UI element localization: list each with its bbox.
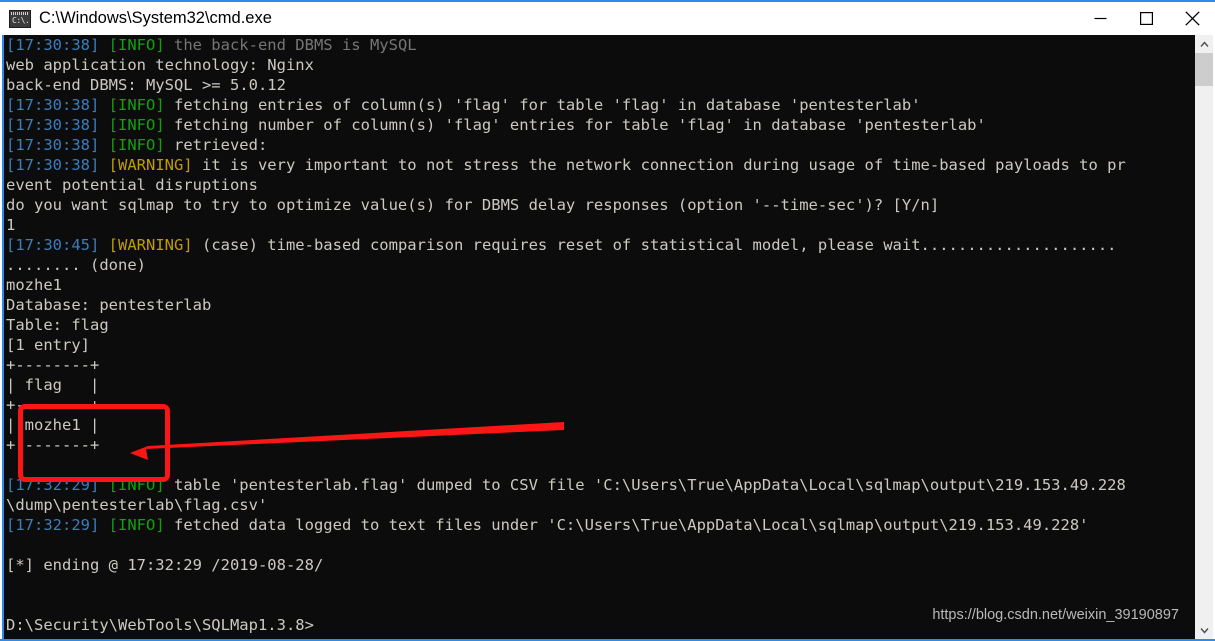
- console-line: 1: [6, 215, 1195, 235]
- maximize-button[interactable]: [1123, 2, 1169, 35]
- console-line-segment: | mozhe1 |: [6, 416, 100, 434]
- console-line: event potential disruptions: [6, 175, 1195, 195]
- console-line: [17:32:29] [INFO] table 'pentesterlab.fl…: [6, 475, 1195, 495]
- scroll-down-button[interactable]: [1195, 621, 1213, 639]
- console-line-segment: [17:30:38]: [6, 156, 109, 174]
- console-line-segment: [17:32:29]: [6, 516, 109, 534]
- console-line-segment: [*] ending @ 17:32:29 /2019-08-28/: [6, 556, 324, 574]
- console-line-segment: Table: flag: [6, 316, 109, 334]
- console-line-segment: 1: [6, 216, 16, 234]
- console-line: back-end DBMS: MySQL >= 5.0.12: [6, 75, 1195, 95]
- cmd-window: C:\. C:\Windows\System32\cmd.exe [17:30:…: [0, 0, 1215, 641]
- console-output-area[interactable]: [17:30:38] [INFO] the back-end DBMS is M…: [2, 35, 1195, 639]
- console-line-segment: fetching number of column(s) 'flag' entr…: [173, 116, 986, 134]
- console-line-segment: +--------+: [6, 436, 100, 454]
- console-line: [17:32:29] [INFO] fetched data logged to…: [6, 515, 1195, 535]
- console-line-segment: web application technology: Nginx: [6, 56, 314, 74]
- console-line-segment: [17:30:45]: [6, 236, 109, 254]
- console-line-segment: (case) time-based comparison requires re…: [201, 236, 1117, 254]
- close-button[interactable]: [1169, 2, 1215, 35]
- console-text: [17:30:38] [INFO] the back-end DBMS is M…: [4, 35, 1195, 635]
- console-line-segment: back-end DBMS: MySQL >= 5.0.12: [6, 76, 286, 94]
- console-line-segment: D:\Security\WebTools\SQLMap1.3.8>: [6, 616, 314, 634]
- console-line-segment: +--------+: [6, 396, 100, 414]
- console-line: [17:30:38] [INFO] fetching entries of co…: [6, 95, 1195, 115]
- console-line-segment: +--------+: [6, 356, 100, 374]
- console-line-segment: [17:32:29]: [6, 476, 109, 494]
- close-icon: [1184, 11, 1200, 26]
- console-line-segment: ........ (done): [6, 256, 146, 274]
- console-line-segment: event potential disruptions: [6, 176, 258, 194]
- scroll-up-button[interactable]: [1195, 35, 1213, 53]
- console-line: +--------+: [6, 435, 1195, 455]
- console-line: | mozhe1 |: [6, 415, 1195, 435]
- console-line-segment: [INFO]: [108, 96, 174, 114]
- cmd-icon-label: C:\.: [12, 15, 30, 25]
- title-bar[interactable]: C:\. C:\Windows\System32\cmd.exe: [0, 2, 1215, 35]
- window-title: C:\Windows\System32\cmd.exe: [39, 9, 272, 27]
- console-line-segment: mozhe1: [6, 276, 62, 294]
- console-line-segment: fetching entries of column(s) 'flag' for…: [173, 96, 921, 114]
- console-line: mozhe1: [6, 275, 1195, 295]
- chevron-down-icon: [1199, 627, 1209, 634]
- console-line-segment: [INFO]: [108, 516, 174, 534]
- console-line: web application technology: Nginx: [6, 55, 1195, 75]
- console-line-segment: [17:30:38]: [6, 116, 109, 134]
- console-line: ........ (done): [6, 255, 1195, 275]
- console-line-segment: [INFO]: [108, 116, 174, 134]
- console-line: [17:30:38] [INFO] retrieved:: [6, 135, 1195, 155]
- console-line: [17:30:38] [INFO] fetching number of col…: [6, 115, 1195, 135]
- console-line: \dump\pentesterlab\flag.csv': [6, 495, 1195, 515]
- cmd-window-icon: C:\.: [9, 9, 31, 28]
- console-line: +--------+: [6, 355, 1195, 375]
- vertical-scrollbar[interactable]: [1195, 35, 1213, 639]
- console-line-segment: fetched data logged to text files under …: [173, 516, 1089, 534]
- console-line: +--------+: [6, 395, 1195, 415]
- console-line: [17:30:38] [INFO] the back-end DBMS is M…: [6, 35, 1195, 55]
- console-line-segment: [INFO]: [108, 36, 174, 54]
- console-line-segment: retrieved:: [173, 136, 268, 154]
- console-line-segment: it is very important to not stress the n…: [201, 156, 1126, 174]
- console-line: [*] ending @ 17:32:29 /2019-08-28/: [6, 555, 1195, 575]
- console-line: Database: pentesterlab: [6, 295, 1195, 315]
- console-line: | flag |: [6, 375, 1195, 395]
- console-line-segment: [17:30:38]: [6, 136, 109, 154]
- console-line-segment: [1 entry]: [6, 336, 90, 354]
- console-line-segment: | flag |: [6, 376, 100, 394]
- console-line-segment: [INFO]: [108, 476, 174, 494]
- console-line-segment: [WARNING]: [108, 156, 202, 174]
- minimize-button[interactable]: [1077, 2, 1123, 35]
- console-line-segment: [17:30:38]: [6, 36, 109, 54]
- console-line-segment: [INFO]: [108, 136, 174, 154]
- console-line: Table: flag: [6, 315, 1195, 335]
- console-line: do you want sqlmap to try to optimize va…: [6, 195, 1195, 215]
- watermark-text: https://blog.csdn.net/weixin_39190897: [932, 607, 1179, 623]
- console-line: [1 entry]: [6, 335, 1195, 355]
- scrollbar-thumb[interactable]: [1195, 53, 1213, 86]
- console-line: [17:30:45] [WARNING] (case) time-based c…: [6, 235, 1195, 255]
- console-line-segment: [17:30:38]: [6, 96, 109, 114]
- console-line: [17:30:38] [WARNING] it is very importan…: [6, 155, 1195, 175]
- console-line-segment: [WARNING]: [108, 236, 202, 254]
- console-line-segment: do you want sqlmap to try to optimize va…: [6, 196, 940, 214]
- chevron-up-icon: [1199, 40, 1209, 47]
- console-line-segment: \dump\pentesterlab\flag.csv': [6, 496, 268, 514]
- console-line-segment: the back-end DBMS is MySQL: [173, 36, 417, 54]
- console-line-segment: table 'pentesterlab.flag' dumped to CSV …: [173, 476, 1126, 494]
- console-line-segment: Database: pentesterlab: [6, 296, 212, 314]
- minimize-icon: [1094, 17, 1106, 20]
- maximize-icon: [1139, 12, 1153, 25]
